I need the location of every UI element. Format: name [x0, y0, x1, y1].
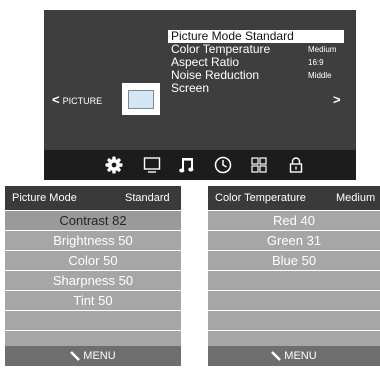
nav-category-label: PICTURE — [62, 96, 103, 106]
nav-prev-picture[interactable]: < PICTURE — [52, 92, 103, 107]
menu-item-value: Middle — [308, 71, 332, 80]
wand-icon — [70, 351, 81, 362]
menu-item-label: Screen — [171, 81, 210, 95]
menu-label: MENU — [284, 350, 317, 362]
wand-icon — [271, 351, 282, 362]
empty-list-item — [5, 330, 181, 346]
menu-tab-bar — [44, 150, 356, 180]
empty-list-item — [5, 310, 181, 330]
color-temperature-value: Medium — [336, 192, 376, 204]
brightness-item[interactable]: Brightness 50 — [5, 230, 181, 250]
contrast-item[interactable]: Contrast 82 — [5, 210, 181, 230]
empty-list-item — [208, 310, 380, 330]
picture-settings-list: Picture Mode Standard Color Temperature … — [168, 30, 344, 95]
sharpness-item[interactable]: Sharpness 50 — [5, 270, 181, 290]
color-temperature-menu: Color Temperature Medium Red 40 Green 31… — [208, 186, 380, 366]
music-note-icon[interactable] — [177, 155, 197, 175]
picture-mode-menu: Picture Mode Standard Contrast 82 Bright… — [5, 186, 181, 366]
picture-mode-value: Standard — [125, 192, 170, 204]
clock-icon[interactable] — [213, 155, 233, 175]
menu-item-value: 16:9 — [308, 58, 324, 67]
menu-back-button[interactable]: MENU — [5, 346, 181, 366]
tint-item[interactable]: Tint 50 — [5, 290, 181, 310]
lock-icon[interactable] — [286, 155, 306, 175]
green-item[interactable]: Green 31 — [208, 230, 380, 250]
menu-item-screen[interactable]: Screen — [168, 82, 344, 95]
menu-item-value: Medium — [308, 45, 337, 54]
left-arrow-icon: < — [52, 92, 60, 107]
monitor-icon[interactable] — [142, 155, 162, 175]
menu-label: MENU — [83, 350, 116, 362]
empty-list-item — [208, 330, 380, 346]
gear-icon[interactable] — [104, 155, 124, 175]
picture-osd-panel: Picture Mode Standard Color Temperature … — [44, 10, 356, 180]
menu-back-button[interactable]: MENU — [208, 346, 380, 366]
picture-mode-header[interactable]: Picture Mode Standard — [5, 186, 181, 210]
color-item[interactable]: Color 50 — [5, 250, 181, 270]
picture-mode-title: Picture Mode — [12, 192, 77, 204]
red-item[interactable]: Red 40 — [208, 210, 380, 230]
color-temperature-header[interactable]: Color Temperature Medium — [208, 186, 380, 210]
blue-item[interactable]: Blue 50 — [208, 250, 380, 270]
right-arrow-icon[interactable]: > — [333, 92, 341, 107]
empty-list-item — [208, 290, 380, 310]
picture-thumbnail — [122, 83, 160, 115]
screen-preview-icon — [128, 90, 154, 109]
color-temperature-title: Color Temperature — [215, 192, 306, 204]
grid-icon[interactable] — [249, 155, 269, 175]
empty-list-item — [208, 270, 380, 290]
